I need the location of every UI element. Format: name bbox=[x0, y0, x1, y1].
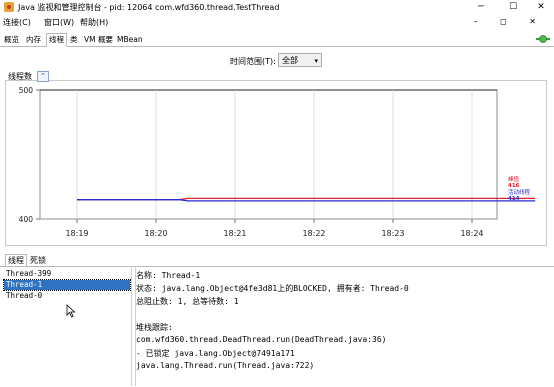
y-tick-label: 400 bbox=[19, 215, 34, 224]
legend-label: 活动线程 bbox=[508, 188, 531, 196]
thread-item[interactable]: Thread-399 bbox=[4, 269, 130, 279]
legend-value: 416 bbox=[508, 183, 520, 189]
x-tick-label: 18:20 bbox=[144, 229, 167, 238]
thread-list[interactable]: Thread-399 Thread-1 Thread-0 bbox=[2, 268, 131, 384]
stack-frame: com.wfd360.thread.DeadThread.run(DeadThr… bbox=[136, 335, 387, 344]
legend-label: 峰值 bbox=[508, 175, 520, 183]
x-tick-label: 18:24 bbox=[460, 229, 483, 238]
stack-frame: java.lang.Thread.run(Thread.java:722) bbox=[136, 361, 315, 370]
thread-name: 名称: Thread-1 bbox=[136, 271, 201, 280]
y-tick-label: 500 bbox=[19, 86, 34, 95]
mouse-cursor-icon bbox=[66, 304, 76, 318]
thread-item-selected[interactable]: Thread-1 bbox=[3, 279, 131, 291]
legend-value: 414 bbox=[508, 196, 520, 202]
stack-frame: - 已锁定 java.lang.Object@7491a171 bbox=[136, 349, 295, 358]
tab-thread-list[interactable]: 线程 bbox=[5, 254, 27, 266]
x-tick-label: 18:22 bbox=[302, 229, 325, 238]
stack-trace-title: 堆栈跟踪: bbox=[136, 323, 173, 332]
thread-item[interactable]: Thread-0 bbox=[4, 291, 130, 301]
thread-counts: 总阻止数: 1, 总等待数: 1 bbox=[136, 297, 239, 306]
thread-state: 状态: java.lang.Object@4fe3d81上的BLOCKED, 拥… bbox=[136, 284, 409, 293]
x-tick-label: 18:23 bbox=[381, 229, 404, 238]
x-tick-label: 18:21 bbox=[223, 229, 246, 238]
tab-deadlock[interactable]: 死锁 bbox=[28, 255, 48, 266]
x-tick-label: 18:19 bbox=[65, 229, 88, 238]
